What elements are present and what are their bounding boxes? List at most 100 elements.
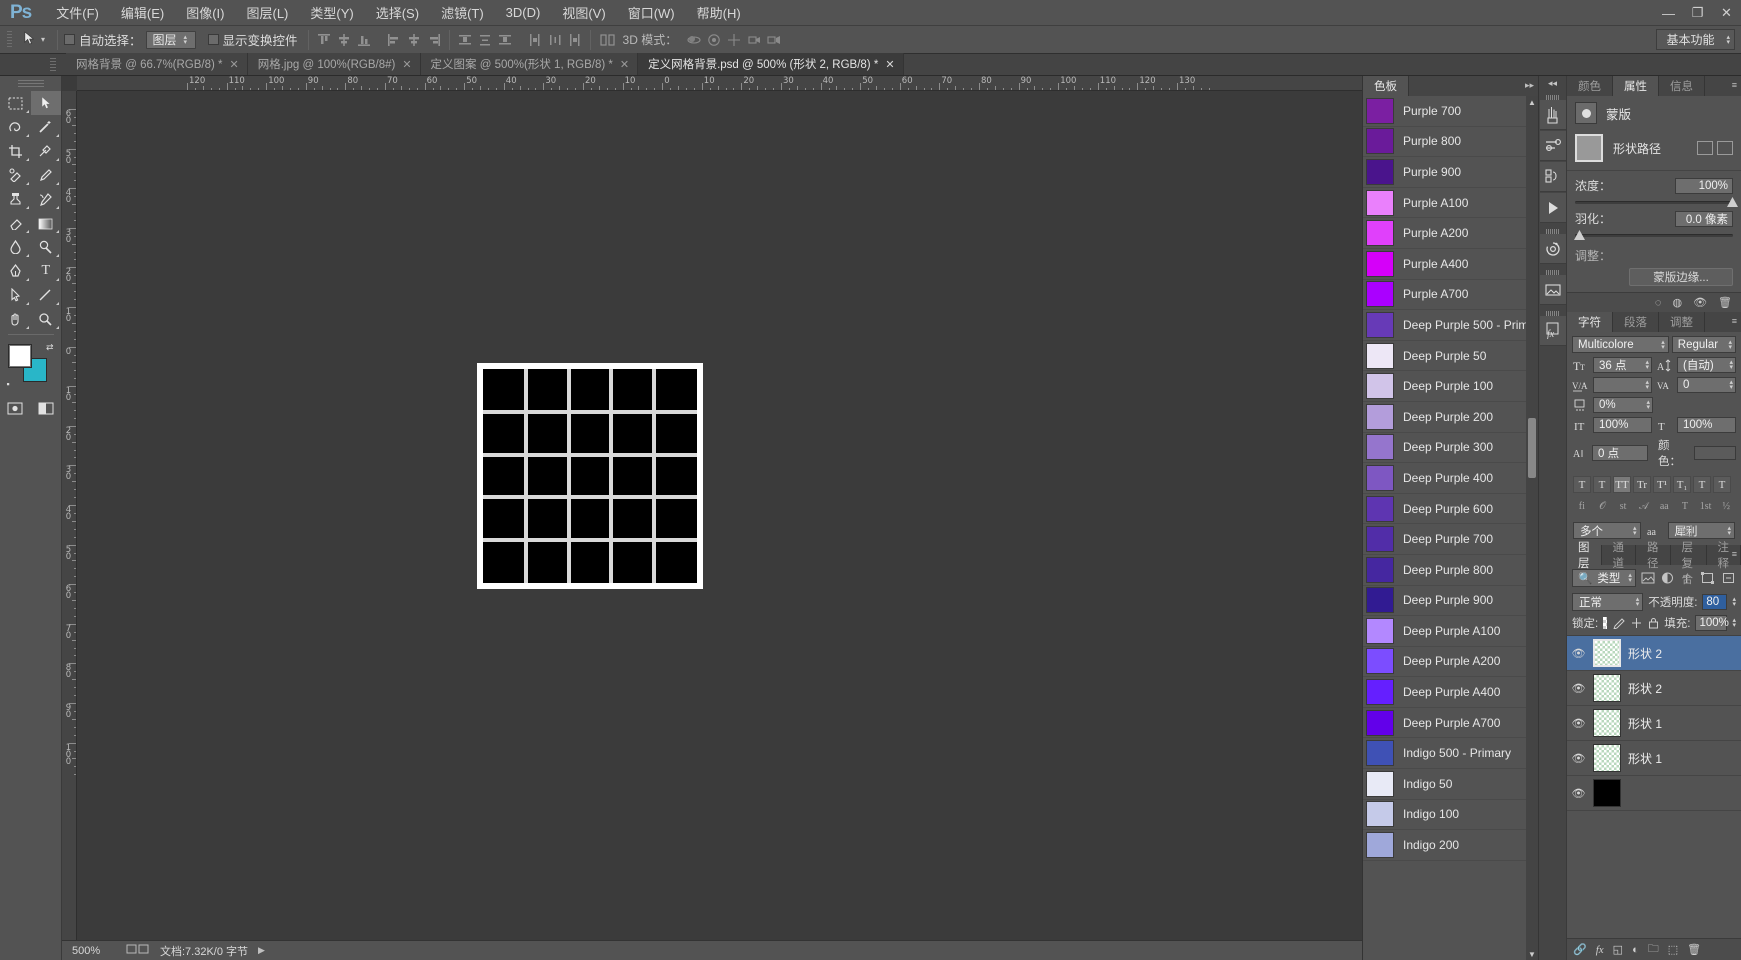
baseline-field[interactable]: 0 点 xyxy=(1592,445,1648,461)
fill-field[interactable]: 100% xyxy=(1695,615,1729,631)
document-tab-3[interactable]: 定义网格背景.psd @ 500% (形状 2, RGB/8) * ✕ xyxy=(638,53,904,75)
marquee-tool-icon[interactable] xyxy=(0,91,31,115)
workspace-switcher[interactable]: 基本功能 ▴ ▾ xyxy=(1656,29,1735,50)
swatch-row[interactable]: Deep Purple A400 xyxy=(1363,677,1538,708)
font-style-button-7[interactable]: T xyxy=(1713,476,1731,493)
new-layer-icon[interactable]: ⬚ xyxy=(1668,943,1678,956)
swatch-row[interactable]: Indigo 200 xyxy=(1363,830,1538,861)
tab-character-0[interactable]: 字符 xyxy=(1567,312,1613,332)
align-right-edges-icon[interactable] xyxy=(425,31,443,49)
font-style-button-4[interactable]: T¹ xyxy=(1653,476,1671,493)
tab-properties-0[interactable]: 颜色 xyxy=(1567,76,1613,96)
opacity-field[interactable]: 80 xyxy=(1702,594,1728,610)
apply-mask-icon[interactable]: ◍ xyxy=(1672,296,1682,309)
tab-layers-2[interactable]: 路径 xyxy=(1636,542,1671,570)
tab-properties-1[interactable]: 属性 xyxy=(1613,76,1659,96)
brush-presets-icon[interactable] xyxy=(1539,100,1566,130)
lock-transparent-icon[interactable] xyxy=(1603,617,1608,629)
eraser-tool-icon[interactable] xyxy=(0,211,31,235)
font-size-field[interactable]: 36 点 ▴ ▾ xyxy=(1593,357,1652,373)
chevron-updown-icon[interactable]: ▴ ▾ xyxy=(1732,617,1736,629)
active-tool-indicator[interactable]: ▾ xyxy=(17,30,51,49)
swatch-color-chip[interactable] xyxy=(1366,373,1394,400)
document-tab-2[interactable]: 定义图案 @ 500%(形状 1, RGB/8) * ✕ xyxy=(420,53,639,75)
lasso-tool-icon[interactable] xyxy=(0,115,31,139)
add-mask-icon[interactable]: ◱ xyxy=(1613,943,1623,956)
new-group-icon[interactable]: 🗀 xyxy=(1648,940,1659,959)
opentype-button-6[interactable]: 1st xyxy=(1697,499,1715,514)
scroll-up-icon[interactable]: ▲ xyxy=(1527,96,1537,108)
swatch-color-chip[interactable] xyxy=(1366,679,1394,706)
menu-item-2[interactable]: 图像(I) xyxy=(175,0,235,26)
layer-visibility-icon[interactable]: 👁 xyxy=(1571,647,1586,660)
hand-tool-icon[interactable] xyxy=(0,307,31,331)
close-tab-icon[interactable]: ✕ xyxy=(402,58,411,71)
chevron-updown-icon[interactable]: ▴ ▾ xyxy=(1732,596,1736,608)
swatch-color-chip[interactable] xyxy=(1366,250,1394,277)
vector-mask-icon[interactable] xyxy=(1717,141,1733,155)
tab-character-2[interactable]: 调整 xyxy=(1659,312,1705,332)
folder-image-icon[interactable] xyxy=(1539,275,1566,305)
opentype-button-1[interactable]: 𝒪 xyxy=(1594,499,1612,514)
swatch-row[interactable]: Deep Purple 600 xyxy=(1363,494,1538,525)
minimize-button[interactable]: — xyxy=(1654,2,1683,24)
lock-all-icon[interactable] xyxy=(1648,616,1659,630)
adjustment-filter-icon[interactable] xyxy=(1660,570,1676,587)
maximize-button[interactable]: ❐ xyxy=(1683,2,1712,24)
align-bottom-edges-icon[interactable] xyxy=(355,31,373,49)
font-style-button-6[interactable]: T xyxy=(1693,476,1711,493)
menu-item-9[interactable]: 窗口(W) xyxy=(617,0,686,26)
density-slider-knob[interactable] xyxy=(1727,197,1738,207)
font-family-dropdown[interactable]: Multicolore ▴ ▾ xyxy=(1572,336,1669,353)
horizontal-scale-field[interactable]: 100% xyxy=(1677,417,1736,433)
layer-row[interactable]: 👁 xyxy=(1567,776,1741,811)
swatch-row[interactable]: Deep Purple 100 xyxy=(1363,371,1538,402)
swatch-color-chip[interactable] xyxy=(1366,281,1394,308)
swatch-row[interactable]: Purple 900 xyxy=(1363,157,1538,188)
opentype-button-7[interactable]: ½ xyxy=(1717,499,1735,514)
delete-mask-icon[interactable]: 🗑 xyxy=(1718,296,1732,309)
swatch-color-chip[interactable] xyxy=(1366,434,1394,461)
layer-comps-icon[interactable] xyxy=(1539,162,1566,192)
swatches-scrollbar[interactable]: ▲ ▼ xyxy=(1526,96,1538,960)
zoom-level-field[interactable]: 500% xyxy=(68,945,116,957)
actions-play-icon[interactable] xyxy=(1539,193,1566,223)
swatch-row[interactable]: Deep Purple 400 xyxy=(1363,463,1538,494)
document-tab-1[interactable]: 网格.jpg @ 100%(RGB/8#) ✕ xyxy=(247,53,421,75)
swatch-color-chip[interactable] xyxy=(1366,709,1394,736)
align-left-edges-icon[interactable] xyxy=(385,31,403,49)
distribute-bottom-edges-icon[interactable] xyxy=(496,31,514,49)
layers-list[interactable]: 👁 形状 2 👁 形状 2 👁 形状 1 👁 形状 1 👁 xyxy=(1567,635,1741,938)
swatch-color-chip[interactable] xyxy=(1366,464,1394,491)
layer-thumbnail[interactable] xyxy=(1593,744,1621,772)
kerning-field[interactable]: ▴ ▾ xyxy=(1593,377,1652,393)
pixel-filter-icon[interactable] xyxy=(1640,570,1656,587)
close-button[interactable]: ✕ xyxy=(1712,2,1741,24)
swap-colors-icon[interactable]: ⇄ xyxy=(46,342,54,353)
close-tab-icon[interactable]: ✕ xyxy=(620,58,629,71)
vertical-ruler[interactable]: 6050403020100102030405060708090100 xyxy=(62,91,77,940)
font-style-button-2[interactable]: TT xyxy=(1613,476,1631,493)
feather-slider-track[interactable] xyxy=(1574,230,1733,240)
swatch-row[interactable]: Purple A200 xyxy=(1363,218,1538,249)
font-style-button-3[interactable]: Tr xyxy=(1633,476,1651,493)
align-top-edges-icon[interactable] xyxy=(315,31,333,49)
swatch-color-chip[interactable] xyxy=(1366,403,1394,430)
path-selection-tool-icon[interactable] xyxy=(0,283,31,307)
swatch-row[interactable]: Deep Purple 700 xyxy=(1363,524,1538,555)
clone-stamp-tool-icon[interactable] xyxy=(0,187,31,211)
menu-item-8[interactable]: 视图(V) xyxy=(551,0,616,26)
swatch-color-chip[interactable] xyxy=(1366,740,1394,767)
antialias-dropdown[interactable]: 犀利 ▴ ▾ xyxy=(1667,522,1735,539)
swatches-scroll-thumb[interactable] xyxy=(1528,418,1536,478)
blur-tool-icon[interactable] xyxy=(0,235,31,259)
swatch-row[interactable]: Deep Purple 50 xyxy=(1363,341,1538,372)
filter-kind-dropdown[interactable]: 🔍 类型 ▴ ▾ xyxy=(1572,569,1636,587)
artboard[interactable] xyxy=(477,363,703,589)
foreground-color-chip[interactable] xyxy=(7,344,32,368)
toggle-mask-icon[interactable]: 👁 xyxy=(1693,296,1707,309)
swatch-color-chip[interactable] xyxy=(1366,97,1394,124)
opentype-button-5[interactable]: T xyxy=(1676,499,1694,514)
font-style-button-1[interactable]: T xyxy=(1593,476,1611,493)
swatch-color-chip[interactable] xyxy=(1366,801,1394,828)
